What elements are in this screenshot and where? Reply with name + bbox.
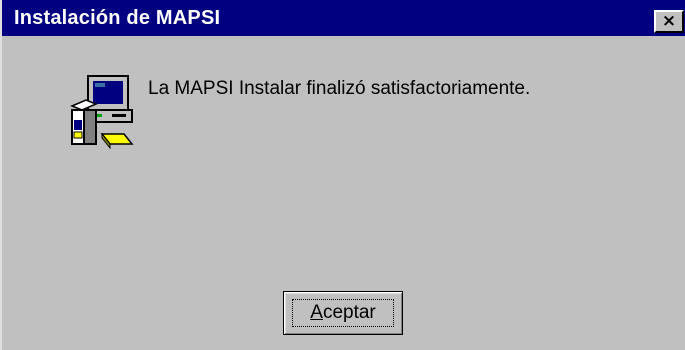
computer-setup-icon bbox=[70, 75, 134, 150]
title-bar[interactable]: Instalación de MAPSI × bbox=[2, 0, 685, 36]
message-text: La MAPSI Instalar finalizó satisfactoria… bbox=[148, 78, 531, 99]
close-icon: × bbox=[661, 11, 677, 31]
accept-button-label: Aceptar bbox=[284, 302, 402, 324]
window-title: Instalación de MAPSI bbox=[14, 7, 221, 29]
accept-button[interactable]: Aceptar bbox=[283, 291, 403, 335]
installer-dialog: Instalación de MAPSI × La MAPSI Instalar… bbox=[0, 0, 685, 350]
mnemonic-letter: A bbox=[310, 302, 323, 323]
close-button[interactable]: × bbox=[654, 10, 684, 33]
label-rest: ceptar bbox=[322, 302, 376, 323]
